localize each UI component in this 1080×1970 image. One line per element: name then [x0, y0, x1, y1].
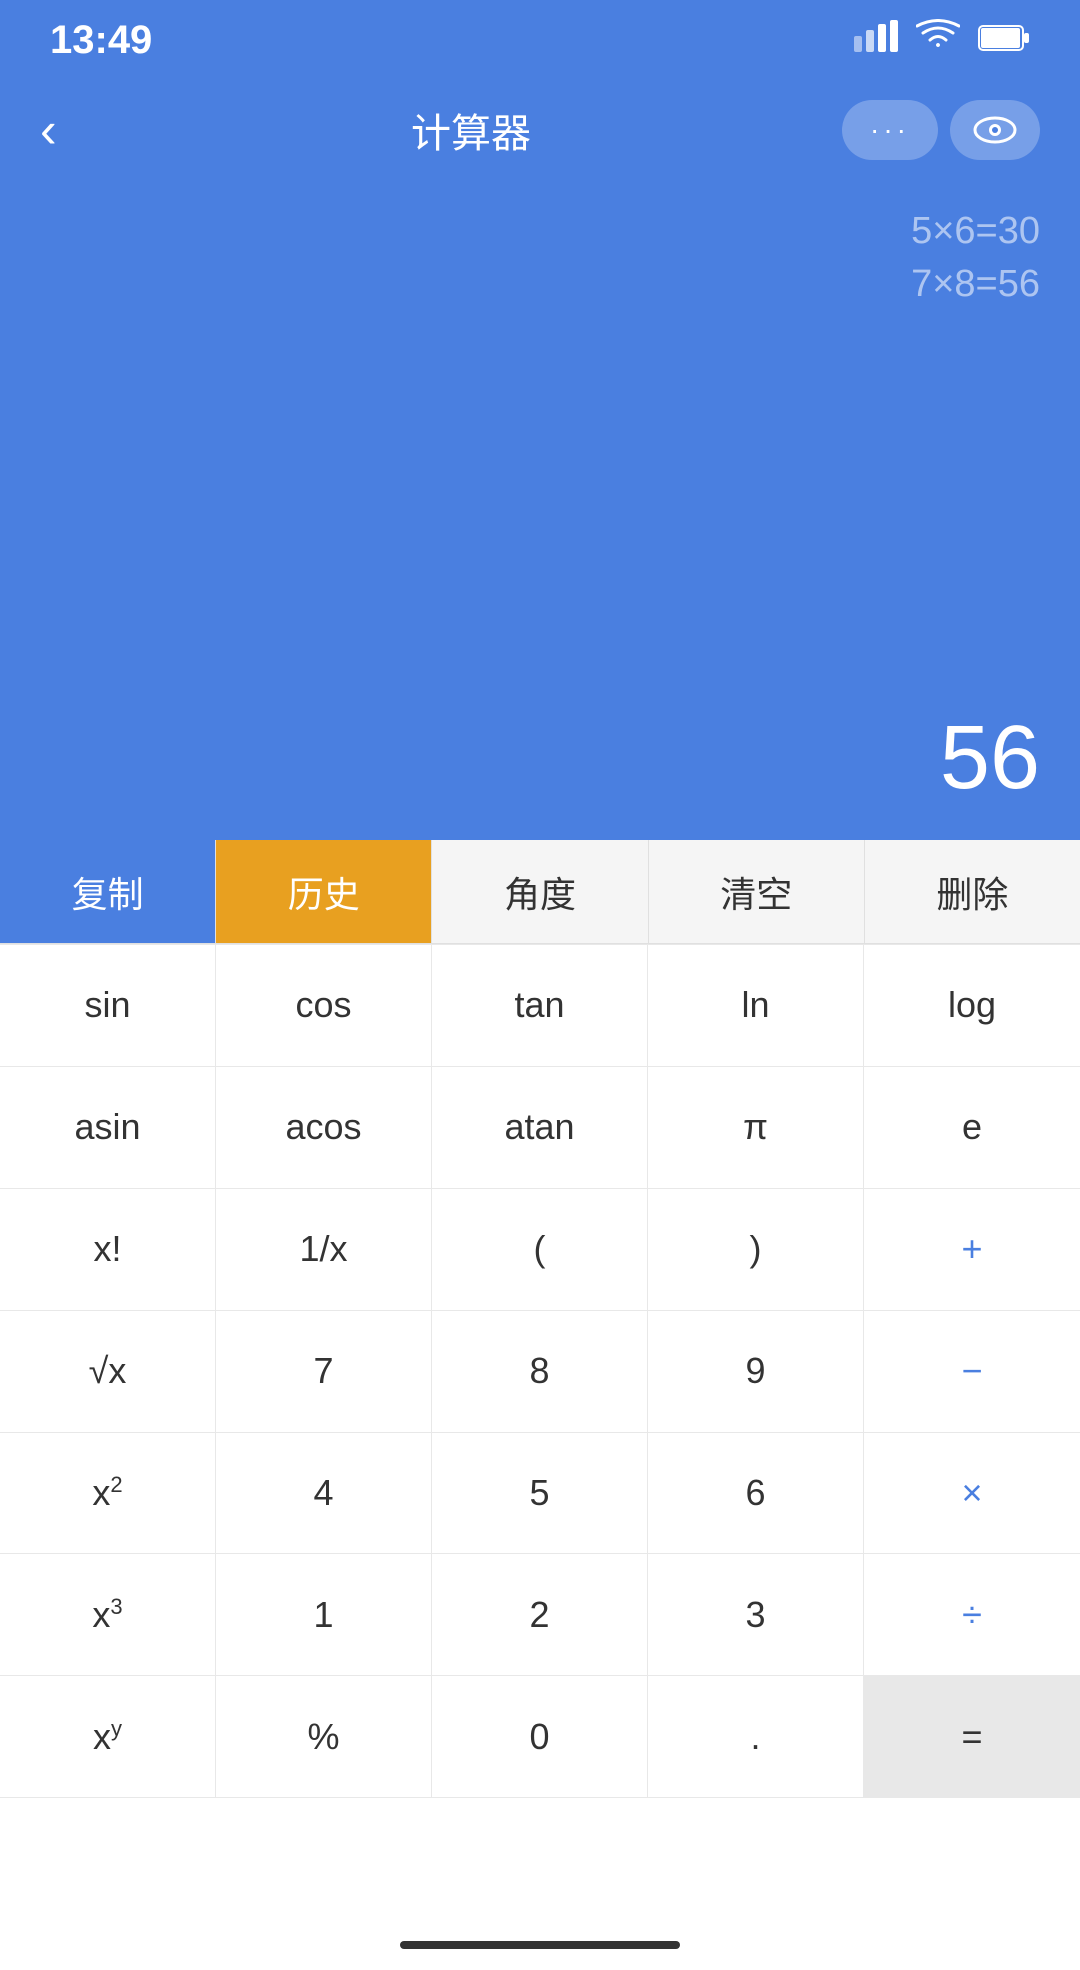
- battery-icon: [978, 22, 1030, 59]
- key-6[interactable]: 6: [648, 1433, 864, 1555]
- key-2[interactable]: 2: [432, 1554, 648, 1676]
- action-row: 复制 历史 角度 清空 删除: [0, 840, 1080, 944]
- signal-icon: [854, 20, 898, 60]
- status-icons: [854, 19, 1030, 61]
- home-indicator: [0, 1920, 1080, 1970]
- key-plus[interactable]: +: [864, 1189, 1080, 1311]
- history-display: 5×6=30 7×8=56: [911, 210, 1040, 306]
- status-bar: 13:49: [0, 0, 1080, 80]
- keypad-wrapper: sin cos tan ln log asin acos atan π e x!…: [0, 944, 1080, 1920]
- wifi-icon: [916, 19, 960, 61]
- key-4[interactable]: 4: [216, 1433, 432, 1555]
- delete-button[interactable]: 删除: [865, 840, 1080, 943]
- home-bar: [400, 1941, 680, 1949]
- key-acos[interactable]: acos: [216, 1067, 432, 1189]
- current-result: 56: [940, 707, 1040, 810]
- key-dot[interactable]: .: [648, 1676, 864, 1798]
- key-9[interactable]: 9: [648, 1311, 864, 1433]
- display-area: 5×6=30 7×8=56 56: [0, 180, 1080, 840]
- eye-button[interactable]: [950, 100, 1040, 160]
- key-log[interactable]: log: [864, 945, 1080, 1067]
- status-time: 13:49: [50, 18, 152, 63]
- key-ln[interactable]: ln: [648, 945, 864, 1067]
- key-tan[interactable]: tan: [432, 945, 648, 1067]
- copy-button[interactable]: 复制: [0, 840, 216, 943]
- key-5[interactable]: 5: [432, 1433, 648, 1555]
- keypad: sin cos tan ln log asin acos atan π e x!…: [0, 944, 1080, 1920]
- key-power[interactable]: xy: [0, 1676, 216, 1798]
- history-line-1: 5×6=30: [911, 210, 1040, 253]
- key-sqrt[interactable]: √x: [0, 1311, 216, 1433]
- eye-icon: [973, 116, 1017, 144]
- back-button[interactable]: ‹: [40, 101, 100, 159]
- header: ‹ 计算器 ···: [0, 80, 1080, 180]
- clear-button[interactable]: 清空: [649, 840, 865, 943]
- history-button[interactable]: 历史: [216, 840, 432, 943]
- key-factorial[interactable]: x!: [0, 1189, 216, 1311]
- key-equals[interactable]: =: [864, 1676, 1080, 1798]
- key-pi[interactable]: π: [648, 1067, 864, 1189]
- key-asin[interactable]: asin: [0, 1067, 216, 1189]
- key-e[interactable]: e: [864, 1067, 1080, 1189]
- key-reciprocal[interactable]: 1/x: [216, 1189, 432, 1311]
- key-cube[interactable]: x3: [0, 1554, 216, 1676]
- key-multiply[interactable]: ×: [864, 1433, 1080, 1555]
- key-square[interactable]: x2: [0, 1433, 216, 1555]
- header-actions: ···: [842, 100, 1040, 160]
- key-divide[interactable]: ÷: [864, 1554, 1080, 1676]
- key-8[interactable]: 8: [432, 1311, 648, 1433]
- key-cos[interactable]: cos: [216, 945, 432, 1067]
- page-title: 计算器: [100, 101, 842, 159]
- key-7[interactable]: 7: [216, 1311, 432, 1433]
- key-atan[interactable]: atan: [432, 1067, 648, 1189]
- key-percent[interactable]: %: [216, 1676, 432, 1798]
- key-open-paren[interactable]: (: [432, 1189, 648, 1311]
- key-minus[interactable]: −: [864, 1311, 1080, 1433]
- key-0[interactable]: 0: [432, 1676, 648, 1798]
- history-line-2: 7×8=56: [911, 263, 1040, 306]
- key-sin[interactable]: sin: [0, 945, 216, 1067]
- more-button[interactable]: ···: [842, 100, 938, 160]
- key-close-paren[interactable]: ): [648, 1189, 864, 1311]
- key-3[interactable]: 3: [648, 1554, 864, 1676]
- key-1[interactable]: 1: [216, 1554, 432, 1676]
- angle-button[interactable]: 角度: [432, 840, 648, 943]
